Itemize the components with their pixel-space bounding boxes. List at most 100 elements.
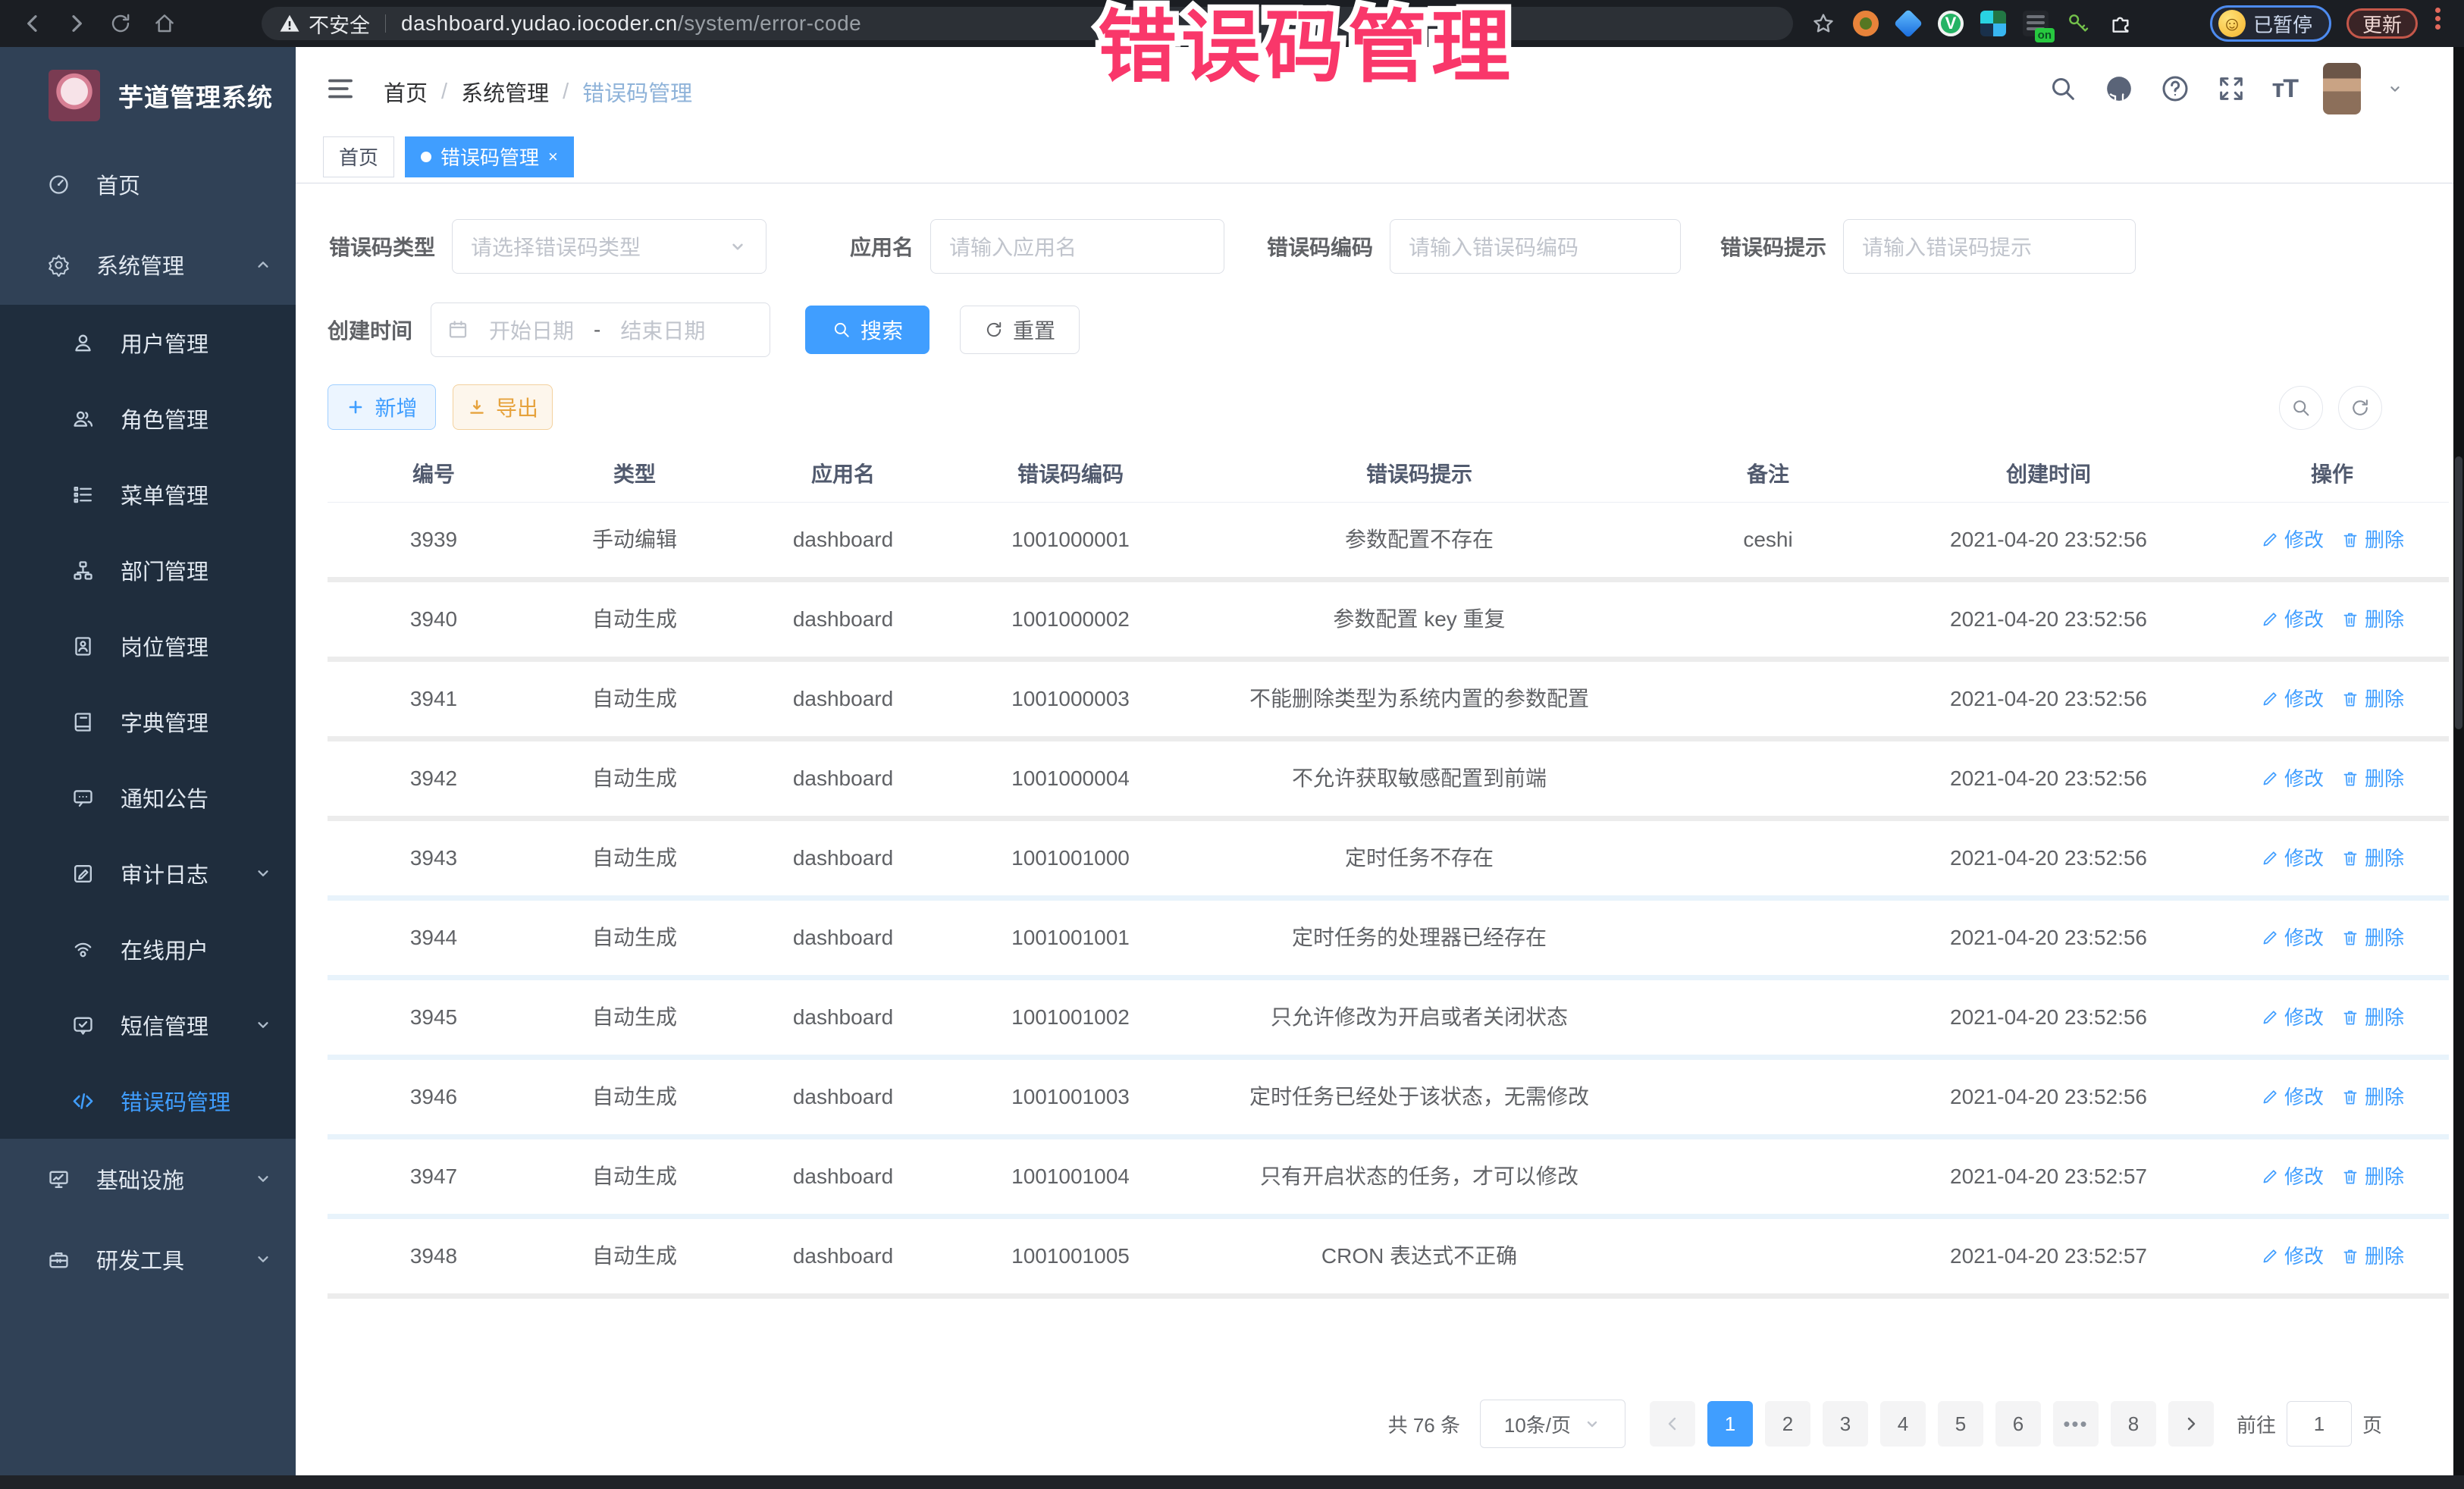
add-button[interactable]: 新增 xyxy=(328,384,436,430)
font-size-icon[interactable]: тT xyxy=(2272,74,2297,104)
tab-错误码管理[interactable]: 错误码管理× xyxy=(405,136,574,177)
window-scrollbar[interactable] xyxy=(2453,47,2464,1475)
delete-link[interactable]: 删除 xyxy=(2340,1002,2404,1033)
delete-link[interactable]: 删除 xyxy=(2340,1161,2404,1192)
edit-link[interactable]: 修改 xyxy=(2260,525,2324,555)
edit-link[interactable]: 修改 xyxy=(2260,1002,2324,1033)
sidebar-item-短信管理[interactable]: 短信管理 xyxy=(0,987,296,1063)
page-button-6[interactable]: 6 xyxy=(1995,1401,2041,1447)
delete-link[interactable]: 删除 xyxy=(2340,684,2404,714)
browser-menu-icon[interactable] xyxy=(2435,8,2440,30)
github-icon[interactable] xyxy=(2104,74,2134,104)
toggle-search-icon-button[interactable] xyxy=(2279,386,2323,430)
sidebar-item-岗位管理[interactable]: 岗位管理 xyxy=(0,608,296,684)
filter-label-错误码提示: 错误码提示 xyxy=(1720,231,1826,262)
sidebar-item-用户管理[interactable]: 用户管理 xyxy=(0,305,296,381)
extension-orange-icon[interactable] xyxy=(1853,11,1879,36)
header-search-icon[interactable] xyxy=(2048,74,2078,104)
extensions-puzzle-icon[interactable] xyxy=(2108,11,2133,36)
delete-link[interactable]: 删除 xyxy=(2340,1082,2404,1112)
filter-select-错误码类型[interactable]: 请选择错误码类型 xyxy=(452,219,766,274)
delete-link[interactable]: 删除 xyxy=(2340,763,2404,794)
sidebar-toggle-icon[interactable] xyxy=(324,73,356,105)
sidebar-item-菜单管理[interactable]: 菜单管理 xyxy=(0,456,296,532)
sidebar-logo-row[interactable]: 芋道管理系统 xyxy=(0,47,296,144)
pagination: 共 76 条10条/页123456•••8前往1页 xyxy=(1388,1400,2382,1448)
delete-link[interactable]: 删除 xyxy=(2340,525,2404,555)
edit-link[interactable]: 修改 xyxy=(2260,923,2324,953)
export-button[interactable]: 导出 xyxy=(453,384,553,430)
browser-forward-icon[interactable] xyxy=(64,11,89,36)
sidebar-item-角色管理[interactable]: 角色管理 xyxy=(0,381,296,456)
breadcrumb-item-首页[interactable]: 首页 xyxy=(384,76,428,108)
browser-home-icon[interactable] xyxy=(152,11,177,36)
create-time-range-input[interactable]: 开始日期 - 结束日期 xyxy=(431,303,770,357)
extension-gem-icon[interactable] xyxy=(1894,9,1923,38)
sidebar-item-字典管理[interactable]: 字典管理 xyxy=(0,684,296,760)
avatar-caret-icon[interactable] xyxy=(2387,80,2403,97)
sidebar-item-系统管理[interactable]: 系统管理 xyxy=(0,224,296,305)
download-icon xyxy=(467,397,487,417)
goto-page-input[interactable]: 1 xyxy=(2287,1401,2352,1447)
page-size-select[interactable]: 10条/页 xyxy=(1480,1400,1625,1448)
extension-key-icon[interactable] xyxy=(2065,11,2091,36)
prev-page-button[interactable] xyxy=(1650,1401,1695,1447)
fullscreen-icon[interactable] xyxy=(2216,74,2246,104)
sidebar-item-label: 短信管理 xyxy=(121,1009,208,1041)
tab-首页[interactable]: 首页 xyxy=(323,136,394,177)
page-button-2[interactable]: 2 xyxy=(1765,1401,1810,1447)
page-button-1[interactable]: 1 xyxy=(1707,1401,1753,1447)
filter-input-错误码提示[interactable]: 请输入错误码提示 xyxy=(1843,219,2136,274)
url-path: /system/error-code xyxy=(678,11,861,36)
edit-link[interactable]: 修改 xyxy=(2260,763,2324,794)
row-id: 3946 xyxy=(328,1071,540,1123)
sidebar-item-审计日志[interactable]: 审计日志 xyxy=(0,835,296,911)
edit-link[interactable]: 修改 xyxy=(2260,1241,2324,1271)
pagination-more[interactable]: ••• xyxy=(2053,1401,2099,1447)
delete-link[interactable]: 删除 xyxy=(2340,1241,2404,1271)
refresh-table-icon-button[interactable] xyxy=(2338,386,2382,430)
browser-profile-chip[interactable]: ☺ 已暂停 xyxy=(2210,5,2331,42)
page-button-8[interactable]: 8 xyxy=(2111,1401,2156,1447)
edit-link[interactable]: 修改 xyxy=(2260,1161,2324,1192)
delete-label: 删除 xyxy=(2365,1161,2404,1192)
extension-vue-devtools-icon[interactable]: V xyxy=(1938,11,1964,36)
browser-reload-icon[interactable] xyxy=(108,11,133,36)
next-page-button[interactable] xyxy=(2168,1401,2214,1447)
sidebar-item-基础设施[interactable]: 基础设施 xyxy=(0,1139,296,1219)
sidebar-item-在线用户[interactable]: 在线用户 xyxy=(0,911,296,987)
search-button[interactable]: 搜索 xyxy=(805,306,929,354)
sidebar-item-研发工具[interactable]: 研发工具 xyxy=(0,1219,296,1299)
browser-address-bar[interactable]: 不安全 dashboard.yudao.iocoder.cn/system/er… xyxy=(262,7,1793,40)
user-avatar[interactable] xyxy=(2323,63,2361,114)
delete-link[interactable]: 删除 xyxy=(2340,923,2404,953)
edit-link[interactable]: 修改 xyxy=(2260,684,2324,714)
sidebar-item-首页[interactable]: 首页 xyxy=(0,144,296,224)
edit-link[interactable]: 修改 xyxy=(2260,1082,2324,1112)
scrollbar-thumb[interactable] xyxy=(2455,456,2462,729)
reset-button[interactable]: 重置 xyxy=(960,306,1080,354)
page-button-5[interactable]: 5 xyxy=(1938,1401,1983,1447)
extension-grid-icon[interactable] xyxy=(1980,11,2006,36)
sidebar-item-部门管理[interactable]: 部门管理 xyxy=(0,532,296,608)
extension-tabs-icon[interactable]: on xyxy=(2023,11,2049,36)
sidebar-item-通知公告[interactable]: 通知公告 xyxy=(0,760,296,835)
page-button-4[interactable]: 4 xyxy=(1880,1401,1926,1447)
edit-link[interactable]: 修改 xyxy=(2260,604,2324,635)
page-button-3[interactable]: 3 xyxy=(1823,1401,1868,1447)
filter-input-应用名[interactable]: 请输入应用名 xyxy=(930,219,1224,274)
row-create-time: 2021-04-20 23:52:56 xyxy=(1882,992,2215,1043)
tab-close-icon[interactable]: × xyxy=(548,147,558,167)
edit-link[interactable]: 修改 xyxy=(2260,843,2324,873)
row-type: 自动生成 xyxy=(540,1230,729,1282)
sidebar-item-错误码管理[interactable]: 错误码管理 xyxy=(0,1063,296,1139)
browser-back-icon[interactable] xyxy=(20,11,45,36)
help-icon[interactable] xyxy=(2160,74,2190,104)
delete-link[interactable]: 删除 xyxy=(2340,604,2404,635)
delete-link[interactable]: 删除 xyxy=(2340,843,2404,873)
row-type: 自动生成 xyxy=(540,832,729,884)
breadcrumb-item-系统管理[interactable]: 系统管理 xyxy=(461,76,549,108)
filter-input-错误码编码[interactable]: 请输入错误码编码 xyxy=(1390,219,1681,274)
browser-update-button[interactable]: 更新 xyxy=(2346,8,2418,39)
bookmark-star-icon[interactable] xyxy=(1810,11,1836,36)
